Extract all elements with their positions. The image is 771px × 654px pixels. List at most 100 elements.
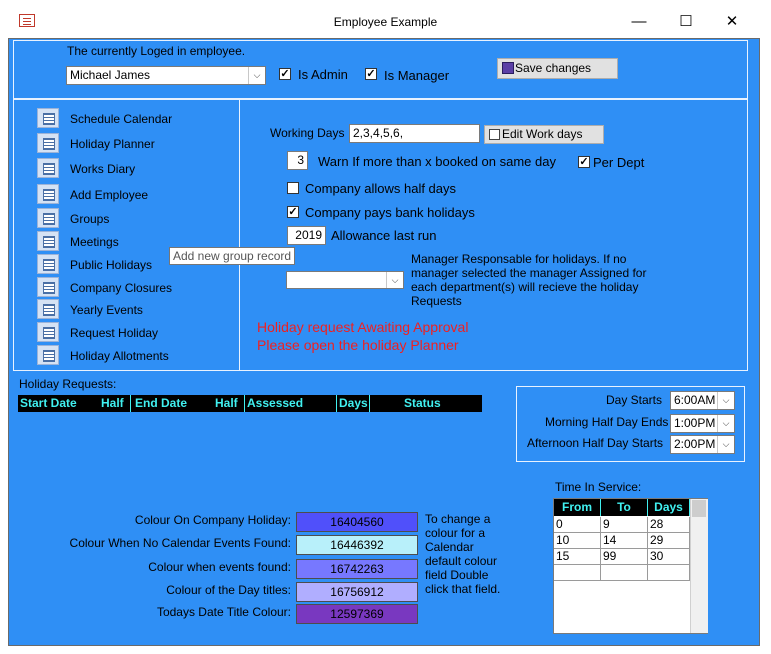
time-in-service-title: Time In Service: (555, 480, 642, 494)
service-cell[interactable]: 9 (601, 517, 648, 533)
colour-field[interactable]: 16404560 (296, 512, 418, 532)
morning-half-value: 1:00PM (674, 416, 716, 430)
tooltip: Add new group record (169, 247, 296, 265)
nav-item-schedule-calendar[interactable]: Schedule Calendar (37, 108, 227, 130)
chevron-down-icon[interactable]: ⌵ (717, 415, 734, 432)
col-divider (130, 395, 131, 412)
col-divider (336, 395, 337, 412)
colour-field[interactable]: 12597369 (296, 604, 418, 624)
form-icon (37, 322, 59, 342)
per-dept-checkbox[interactable]: ✓ (578, 156, 590, 168)
colour-label: Colour When No Calendar Events Found: (69, 536, 291, 550)
service-cell[interactable]: 30 (648, 549, 690, 565)
is-manager-checkbox[interactable]: ✓ (365, 68, 377, 80)
warn-count-field[interactable]: 3 (287, 151, 308, 170)
nav-item-groups[interactable]: Groups (37, 208, 227, 230)
nav-item-yearly-events[interactable]: Yearly Events (37, 299, 227, 321)
holiday-requests-title: Holiday Requests: (19, 377, 117, 391)
col-divider (244, 395, 245, 412)
window-title: Employee Example (333, 15, 438, 29)
service-cell[interactable]: 29 (648, 533, 690, 549)
edit-work-days-button[interactable]: Edit Work days (484, 125, 604, 144)
service-cell[interactable]: 0 (554, 517, 601, 533)
home-icon (37, 277, 59, 297)
nav-item-request-holiday[interactable]: Request Holiday (37, 322, 227, 344)
nav-item-holiday-planner[interactable]: Holiday Planner (37, 133, 227, 155)
day-starts-combo[interactable]: 6:00AM ⌵ (670, 391, 735, 410)
service-cell[interactable]: 28 (648, 517, 690, 533)
manager-combo[interactable]: ⌵ (286, 271, 404, 289)
afternoon-half-combo[interactable]: 2:00PM ⌵ (670, 435, 735, 454)
service-cell[interactable]: 10 (554, 533, 601, 549)
bank-holidays-checkbox[interactable]: ✓ (287, 206, 299, 218)
nav-item-holiday-allotments[interactable]: Holiday Allotments (37, 345, 227, 367)
is-admin-checkbox[interactable]: ✓ (279, 68, 291, 80)
colour-field[interactable]: 16756912 (296, 582, 418, 602)
edit-work-days-label: Edit Work days (502, 127, 583, 141)
manager-note-line2: manager selected the manager Assigned fo… (411, 266, 647, 280)
chevron-down-icon[interactable]: ⌵ (386, 272, 403, 288)
nav-item-label: Request Holiday (70, 326, 159, 340)
service-cell[interactable] (601, 565, 648, 581)
nav-item-label: Groups (70, 212, 110, 226)
chevron-down-icon[interactable]: ⌵ (248, 67, 265, 84)
service-cell[interactable]: 14 (601, 533, 648, 549)
colour-field[interactable]: 16446392 (296, 535, 418, 555)
holiday-requests-header: Start Date Half End Date Half Assessed D… (18, 395, 482, 412)
chevron-down-icon[interactable]: ⌵ (717, 436, 734, 453)
nav-item-label: Holiday Allotments (70, 349, 169, 363)
day-starts-label: Day Starts (606, 393, 663, 407)
half-days-label: Company allows half days (305, 181, 457, 196)
nav-item-add-employee[interactable]: Add Employee (37, 184, 227, 206)
allowance-field[interactable]: 2019 (287, 226, 326, 245)
colour-field[interactable]: 16742263 (296, 559, 418, 579)
service-cell[interactable]: 15 (554, 549, 601, 565)
service-col-header[interactable]: To (601, 499, 648, 516)
morning-half-combo[interactable]: 1:00PM ⌵ (670, 414, 735, 433)
clock-icon (37, 231, 59, 251)
scrollbar-thumb[interactable] (692, 500, 706, 517)
service-col-header[interactable]: From (554, 499, 601, 516)
warn-label: Warn If more than x booked on same day (318, 154, 556, 169)
nav-item-works-diary[interactable]: Works Diary (37, 158, 227, 180)
working-days-field[interactable]: 2,3,4,5,6, (349, 124, 480, 143)
col-half-2[interactable]: Half (215, 396, 238, 410)
colour-label: Todays Date Title Colour: (156, 605, 291, 619)
half-days-checkbox[interactable] (287, 182, 299, 194)
afternoon-half-value: 2:00PM (674, 437, 716, 451)
colour-note-line6: click that field. (425, 582, 501, 596)
save-changes-button[interactable]: Save changes (497, 58, 618, 79)
col-half-1[interactable]: Half (101, 396, 124, 410)
service-cell[interactable]: 99 (601, 549, 648, 565)
col-divider (369, 395, 370, 412)
employee-combo[interactable]: Michael James ⌵ (66, 66, 266, 85)
service-cell[interactable] (554, 565, 601, 581)
globe-icon (37, 254, 59, 274)
form-icon (37, 184, 59, 204)
col-start-date[interactable]: Start Date (20, 396, 77, 410)
service-col-header[interactable]: Days (648, 499, 690, 516)
is-admin-label: Is Admin (298, 67, 348, 82)
col-end-date[interactable]: End Date (135, 396, 188, 410)
service-cell[interactable] (648, 565, 690, 581)
nav-item-company-closures[interactable]: Company Closures (37, 277, 227, 299)
scrollbar[interactable] (690, 499, 708, 633)
minimize-button[interactable]: — (629, 12, 649, 32)
colour-note-line3: Calendar (425, 540, 474, 554)
colour-label: Colour of the Day titles: (166, 583, 291, 597)
form-icon (37, 299, 59, 319)
afternoon-half-label: Afternoon Half Day Starts (527, 436, 664, 450)
nav-item-label: Meetings (70, 235, 119, 249)
colour-label: Colour when events found: (148, 560, 291, 574)
col-status[interactable]: Status (404, 396, 441, 410)
colour-note-line5: field Double (425, 568, 489, 582)
chevron-down-icon[interactable]: ⌵ (717, 392, 734, 409)
time-in-service-table[interactable]: From To Days 0 9 28 10 14 29 15 99 30 (553, 498, 708, 634)
close-button[interactable]: ✕ (722, 12, 742, 32)
form-icon (37, 208, 59, 228)
maximize-button[interactable]: ☐ (676, 12, 696, 32)
calendar-icon (37, 133, 59, 153)
col-days[interactable]: Days (339, 396, 368, 410)
col-assessed[interactable]: Assessed (247, 396, 304, 410)
colour-note-line1: To change a (425, 512, 491, 526)
